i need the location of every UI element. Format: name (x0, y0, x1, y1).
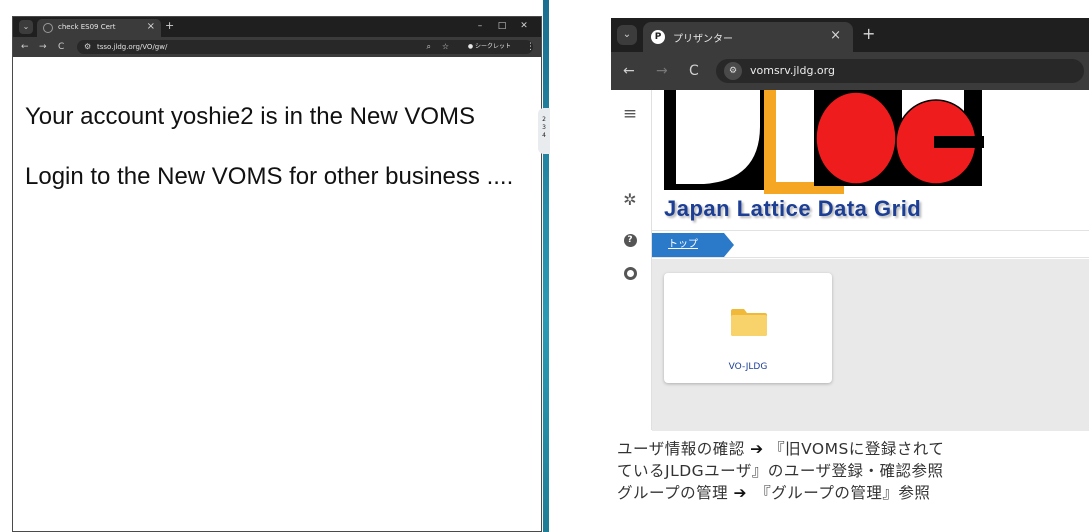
tab-title: プリザンター (673, 34, 733, 45)
incognito-label: シークレット (474, 43, 511, 50)
globe-icon (43, 23, 53, 33)
right-browser-window: ⌄ P プリザンター × + ← → C ⚙ vomsrv.jldg.org ≡… (611, 8, 1089, 431)
new-tab-button[interactable]: + (862, 25, 875, 43)
tab-search-icon[interactable]: ⌄ (19, 20, 33, 34)
screen: ⌄ check ES09 Cert × + – □ ✕ ← → C ⚙ tsso.j… (0, 0, 1089, 532)
breadcrumb-top-link[interactable]: トップ (652, 233, 734, 257)
site-info-icon[interactable]: ⚙ (84, 41, 91, 53)
pleasanter-favicon-icon: P (651, 30, 665, 44)
folder-icon (731, 309, 767, 336)
right-tab-strip: ⌄ P プリザンター × + (611, 18, 1089, 52)
breadcrumb-top-label: トップ (668, 239, 698, 250)
tab-search-icon[interactable]: ⌄ (617, 25, 637, 45)
close-tab-icon[interactable]: × (830, 28, 841, 44)
site-card-vo-jldg[interactable]: VO-JLDG (664, 273, 832, 383)
left-active-tab[interactable]: check ES09 Cert × (37, 19, 161, 37)
tab-title: check ES09 Cert (58, 23, 116, 31)
note-line-1: ユーザ情報の確認 ➔ 『旧VOMSに登録されて (617, 438, 1087, 460)
browser-menu-icon[interactable]: ⋮ (526, 40, 535, 54)
settings-icon[interactable]: ✲ (620, 190, 640, 210)
note-ref-group-mgmt: 『グループの管理』参照 (763, 484, 931, 502)
incognito-badge[interactable]: ● シークレット (468, 41, 511, 53)
note-line-3: グループの管理 ➔ 『グループの管理』参照 (617, 482, 1087, 504)
login-instruction-message: Login to the New VOMS for other business… (25, 163, 514, 190)
note-group-mgmt: グループの管理 (617, 484, 729, 502)
url-text: tsso.jldg.org/VO/gw/ (97, 43, 168, 51)
site-card-label: VO-JLDG (728, 362, 768, 372)
arrow-right-icon: ➔ (733, 484, 748, 502)
breadcrumb: トップ (652, 230, 1089, 258)
page-content: Your account yoshie2 is in the New VOMS … (13, 57, 541, 196)
incognito-icon: ● (467, 43, 474, 50)
left-tab-strip: ⌄ check ES09 Cert × + – □ ✕ (13, 17, 541, 37)
bookmark-star-icon[interactable]: ☆ (442, 41, 449, 53)
help-icon-glyph: ? (623, 234, 637, 247)
forward-button[interactable]: → (656, 62, 668, 80)
desktop-clock-widget: 2 3 4 (538, 108, 550, 154)
clock-digit: 4 (542, 132, 546, 139)
logo-text: Japan Lattice Data Grid (664, 196, 922, 221)
clock-digit: 2 (542, 116, 546, 123)
maximize-button[interactable]: □ (491, 19, 513, 33)
new-tab-button[interactable]: + (165, 19, 174, 33)
back-button[interactable]: ← (623, 62, 635, 80)
user-account-icon[interactable] (620, 264, 640, 284)
url-text: vomsrv.jldg.org (750, 64, 835, 77)
close-window-button[interactable]: ✕ (513, 19, 535, 33)
arrow-right-icon: ➔ (750, 440, 764, 458)
hamburger-menu-icon[interactable]: ≡ (620, 104, 640, 124)
close-tab-icon[interactable]: × (147, 21, 155, 33)
app-main: Japan Lattice Data Grid トップ VO-JLDG (651, 90, 1089, 431)
jldg-logo: Japan Lattice Data Grid (664, 90, 984, 228)
window-controls: – □ ✕ (469, 19, 535, 33)
note-ref-old-voms: 『旧VOMSに登録されて (769, 440, 945, 458)
right-active-tab[interactable]: P プリザンター × (643, 22, 853, 52)
user-icon-ring (623, 267, 637, 280)
left-browser-window: ⌄ check ES09 Cert × + – □ ✕ ← → C ⚙ tsso.j… (12, 16, 542, 532)
back-button[interactable]: ← (21, 40, 29, 54)
help-icon[interactable]: ? (620, 227, 640, 247)
account-status-message: Your account yoshie2 is in the New VOMS (25, 103, 476, 130)
clock-digit: 3 (542, 124, 546, 131)
address-bar[interactable]: ⚙ tsso.jldg.org/VO/gw/ ⌕ ☆ ● シークレット (77, 40, 533, 54)
note-line-2: ているJLDGユーザ』のユーザ登録・確認参照 (617, 462, 944, 480)
address-bar[interactable]: ⚙ vomsrv.jldg.org (716, 59, 1084, 83)
pleasanter-app: ≡ ✲ ? Japan Lattice Data Grid トップ VO-JLD… (611, 90, 1089, 431)
left-toolbar: ← → C ⚙ tsso.jldg.org/VO/gw/ ⌕ ☆ ● シークレッ… (13, 37, 541, 57)
desktop-background-strip (543, 0, 549, 532)
app-sidebar: ≡ ✲ ? (611, 90, 651, 430)
reload-button[interactable]: C (689, 62, 699, 80)
note-user-info: ユーザ情報の確認 (617, 440, 745, 458)
zoom-icon[interactable]: ⌕ (427, 41, 431, 53)
minimize-button[interactable]: – (469, 19, 491, 33)
reload-button[interactable]: C (58, 40, 64, 54)
right-toolbar: ← → C ⚙ vomsrv.jldg.org (611, 52, 1089, 90)
site-grid: VO-JLDG (652, 259, 1089, 431)
site-info-icon[interactable]: ⚙ (724, 62, 742, 80)
annotation-note: ユーザ情報の確認 ➔ 『旧VOMSに登録されて ているJLDGユーザ』のユーザ登… (617, 438, 1087, 504)
jldg-logo-graphic (664, 90, 984, 202)
forward-button[interactable]: → (39, 40, 47, 54)
